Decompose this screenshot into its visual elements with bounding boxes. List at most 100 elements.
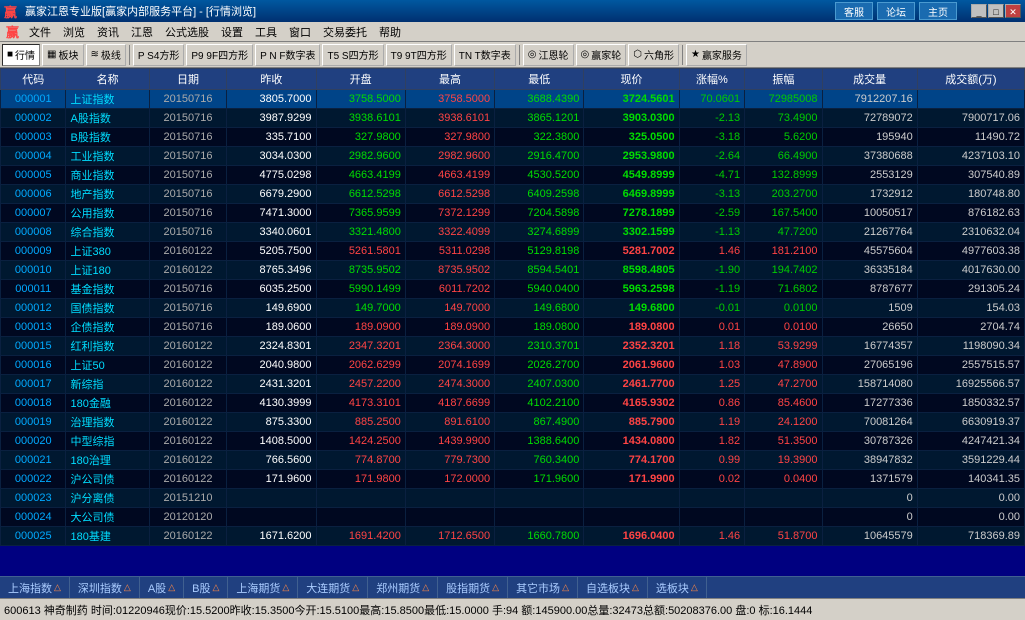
cell-high: 149.7000 bbox=[405, 299, 494, 318]
toolbar-p9f[interactable]: P9 9F四方形 bbox=[186, 44, 253, 66]
tab-shanghai-arrow: △ bbox=[54, 582, 61, 593]
table-row[interactable]: 000003 B股指数 20150716 335.7100 327.9800 3… bbox=[1, 128, 1025, 147]
toolbar-quotes[interactable]: ■ 行情 bbox=[2, 44, 40, 66]
tab-shenzhen[interactable]: 深圳指数△ bbox=[70, 577, 140, 599]
header-date: 日期 bbox=[149, 69, 226, 90]
table-row[interactable]: 000010 上证180 20160122 8765.3496 8735.950… bbox=[1, 261, 1025, 280]
menu-tools[interactable]: 工具 bbox=[249, 22, 283, 42]
toolbar-win-wheel[interactable]: ◎赢家轮 bbox=[576, 44, 627, 66]
table-row[interactable]: 000001 上证指数 20150716 3805.7000 3758.5000… bbox=[1, 90, 1025, 109]
tab-index-futures[interactable]: 股指期货△ bbox=[438, 577, 508, 599]
cell-close: 149.6900 bbox=[227, 299, 316, 318]
tab-a-shares[interactable]: A股△ bbox=[140, 577, 184, 599]
cell-pct: 0.02 bbox=[679, 470, 744, 489]
table-row[interactable]: 000002 A股指数 20150716 3987.9299 3938.6101… bbox=[1, 109, 1025, 128]
cell-pct: 0.86 bbox=[679, 394, 744, 413]
cell-vol: 195940 bbox=[822, 128, 917, 147]
cell-close: 3340.0601 bbox=[227, 223, 316, 242]
cell-low: 171.9600 bbox=[495, 470, 584, 489]
cell-change: 53.9299 bbox=[745, 337, 822, 356]
table-row[interactable]: 000008 综合指数 20150716 3340.0601 3321.4800… bbox=[1, 223, 1025, 242]
quotes-table: 代码 名称 日期 昨收 开盘 最高 最低 现价 涨幅% 振幅 成交量 成交额(万… bbox=[0, 68, 1025, 546]
tab-shanghai[interactable]: 上海指数△ bbox=[0, 577, 70, 599]
sector-label: 板块 bbox=[59, 47, 79, 62]
homepage-button[interactable]: 主页 bbox=[919, 2, 957, 20]
cell-change: 51.8700 bbox=[745, 527, 822, 546]
table-row[interactable]: 000025 180基建 20160122 1671.6200 1691.420… bbox=[1, 527, 1025, 546]
toolbar-tnf[interactable]: TN T数字表 bbox=[454, 44, 516, 66]
table-row[interactable]: 000009 上证380 20160122 5205.7500 5261.580… bbox=[1, 242, 1025, 261]
menu-window[interactable]: 窗口 bbox=[283, 22, 317, 42]
minimize-button[interactable]: _ bbox=[971, 4, 987, 18]
toolbar-polar[interactable]: ≋ 极线 bbox=[86, 44, 126, 66]
menu-settings[interactable]: 设置 bbox=[215, 22, 249, 42]
table-row[interactable]: 000016 上证50 20160122 2040.9800 2062.6299… bbox=[1, 356, 1025, 375]
table-row[interactable]: 000015 红利指数 20160122 2324.8301 2347.3201… bbox=[1, 337, 1025, 356]
cell-price: 2953.9800 bbox=[584, 147, 679, 166]
close-button[interactable]: ✕ bbox=[1005, 4, 1021, 18]
cell-code: 000017 bbox=[1, 375, 66, 394]
menu-jianen[interactable]: 江恩 bbox=[125, 22, 159, 42]
table-row[interactable]: 000024 大公司债 20120120 0 0.00 bbox=[1, 508, 1025, 527]
pnf-label: P N F数字表 bbox=[260, 47, 315, 62]
table-scroll[interactable]: 代码 名称 日期 昨收 开盘 最高 最低 现价 涨幅% 振幅 成交量 成交额(万… bbox=[0, 68, 1025, 576]
tab-zz-futures[interactable]: 郑州期货△ bbox=[368, 577, 438, 599]
status-bar: 600613 神奇制药 时间:01220946现价:15.5200昨收:15.3… bbox=[0, 598, 1025, 620]
toolbar-pnf[interactable]: P N F数字表 bbox=[255, 44, 320, 66]
table-row[interactable]: 000011 基金指数 20150716 6035.2500 5990.1499… bbox=[1, 280, 1025, 299]
tab-watchlist[interactable]: 自选板块△ bbox=[578, 577, 648, 599]
cell-close: 5205.7500 bbox=[227, 242, 316, 261]
toolbar-service[interactable]: ★赢家服务 bbox=[686, 44, 747, 66]
cell-code: 000023 bbox=[1, 489, 66, 508]
tab-sh-futures[interactable]: 上海期货△ bbox=[228, 577, 298, 599]
table-row[interactable]: 000013 企债指数 20150716 189.0600 189.0900 1… bbox=[1, 318, 1025, 337]
table-row[interactable]: 000022 沪公司债 20160122 171.9600 171.9800 1… bbox=[1, 470, 1025, 489]
table-row[interactable]: 000004 工业指数 20150716 3034.0300 2982.9600… bbox=[1, 147, 1025, 166]
menu-news[interactable]: 资讯 bbox=[91, 22, 125, 42]
menu-formula[interactable]: 公式选股 bbox=[159, 22, 215, 42]
toolbar-sector[interactable]: ▦ 板块 bbox=[42, 44, 83, 66]
sector-icon: ▦ bbox=[47, 49, 56, 60]
tab-b-arrow: △ bbox=[212, 582, 219, 593]
menu-trade[interactable]: 交易委托 bbox=[317, 22, 373, 42]
cell-close: 171.9600 bbox=[227, 470, 316, 489]
table-row[interactable]: 000018 180金融 20160122 4130.3999 4173.310… bbox=[1, 394, 1025, 413]
toolbar-t9f[interactable]: T9 9T四方形 bbox=[386, 44, 452, 66]
menu-file[interactable]: 文件 bbox=[23, 22, 57, 42]
toolbar-ts4[interactable]: T5 S四方形 bbox=[322, 44, 383, 66]
header-price: 现价 bbox=[584, 69, 679, 90]
tab-select-sector[interactable]: 选板块△ bbox=[648, 577, 707, 599]
cell-pct: 1.25 bbox=[679, 375, 744, 394]
cell-low: 322.3800 bbox=[495, 128, 584, 147]
table-row[interactable]: 000023 沪分离债 20151210 0 0.00 bbox=[1, 489, 1025, 508]
cell-close: 8765.3496 bbox=[227, 261, 316, 280]
tab-other-market[interactable]: 其它市场△ bbox=[508, 577, 578, 599]
table-row[interactable]: 000007 公用指数 20150716 7471.3000 7365.9599… bbox=[1, 204, 1025, 223]
table-row[interactable]: 000019 治理指数 20160122 875.3300 885.2500 8… bbox=[1, 413, 1025, 432]
cell-date: 20150716 bbox=[149, 90, 226, 109]
app-title: 赢家江恩专业版[赢家内部服务平台] - [行情浏览] bbox=[25, 3, 256, 19]
customer-service-button[interactable]: 客服 bbox=[835, 2, 873, 20]
cell-amount: 16925566.57 bbox=[917, 375, 1024, 394]
cell-amount: 307540.89 bbox=[917, 166, 1024, 185]
cell-open: 774.8700 bbox=[316, 451, 405, 470]
menu-browse[interactable]: 浏览 bbox=[57, 22, 91, 42]
table-row[interactable]: 000005 商业指数 20150716 4775.0298 4663.4199… bbox=[1, 166, 1025, 185]
table-row[interactable]: 000017 新综指 20160122 2431.3201 2457.2200 … bbox=[1, 375, 1025, 394]
tab-b-shares[interactable]: B股△ bbox=[184, 577, 228, 599]
cell-name: 综合指数 bbox=[66, 223, 149, 242]
toolbar-hex[interactable]: ⬡六角形 bbox=[628, 44, 679, 66]
cell-vol: 2553129 bbox=[822, 166, 917, 185]
polar-icon: ≋ bbox=[91, 49, 99, 60]
table-row[interactable]: 000020 中型综指 20160122 1408.5000 1424.2500… bbox=[1, 432, 1025, 451]
maximize-button[interactable]: □ bbox=[988, 4, 1004, 18]
table-row[interactable]: 000012 国债指数 20150716 149.6900 149.7000 1… bbox=[1, 299, 1025, 318]
tab-dl-futures[interactable]: 大连期货△ bbox=[298, 577, 368, 599]
table-row[interactable]: 000006 地产指数 20150716 6679.2900 6612.5298… bbox=[1, 185, 1025, 204]
toolbar-ps4[interactable]: P S4方形 bbox=[133, 44, 185, 66]
toolbar-jianen-wheel[interactable]: ◎江恩轮 bbox=[523, 44, 574, 66]
menu-help[interactable]: 帮助 bbox=[373, 22, 407, 42]
forum-button[interactable]: 论坛 bbox=[877, 2, 915, 20]
table-row[interactable]: 000021 180治理 20160122 766.5600 774.8700 … bbox=[1, 451, 1025, 470]
cell-name: 治理指数 bbox=[66, 413, 149, 432]
